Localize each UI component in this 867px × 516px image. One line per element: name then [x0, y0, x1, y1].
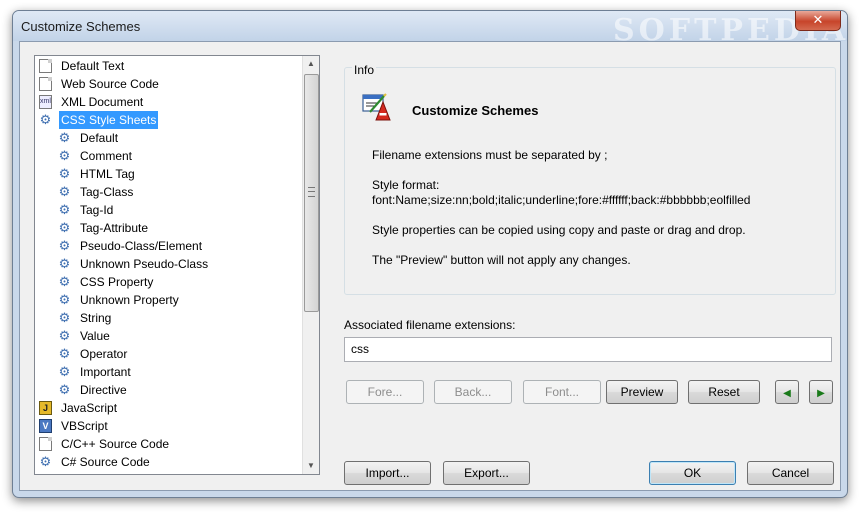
scrollbar-thumb[interactable]: [304, 74, 319, 312]
gear-icon: ⚙: [58, 202, 71, 217]
tree-item-label: Unknown Pseudo-Class: [80, 257, 209, 271]
tree-item-label: Tag-Attribute: [80, 221, 149, 235]
info-group-label: Info: [352, 63, 377, 77]
close-button[interactable]: ✕: [795, 11, 841, 31]
tree-item-label: CSS Style Sheets: [59, 111, 159, 129]
gear-icon: ⚙: [58, 256, 71, 271]
xml-icon: xml: [39, 95, 52, 109]
tree-item-label: C# Source Code: [61, 455, 150, 469]
title-bar[interactable]: Customize Schemes SOFTPEDIA ✕: [13, 11, 847, 48]
customize-schemes-window: Customize Schemes SOFTPEDIA ✕ Default Te…: [12, 10, 848, 498]
info-title: Customize Schemes: [412, 103, 539, 118]
fore-button[interactable]: Fore...: [346, 380, 424, 404]
scroll-up-arrow-icon[interactable]: ▲: [303, 56, 319, 72]
gear-icon: ⚙: [58, 184, 71, 199]
associated-extensions-label: Associated filename extensions:: [344, 318, 516, 332]
tree-item-label: Pseudo-Class/Element: [80, 239, 203, 253]
info-line-style-example: font:Name;size:nn;bold;italic;underline;…: [372, 193, 751, 207]
tree-item-label: Comment: [80, 149, 133, 163]
gear-icon: ⚙: [58, 166, 71, 181]
gear-icon: ⚙: [58, 310, 71, 325]
tree-item-label: XML Document: [61, 95, 144, 109]
document-icon: [39, 437, 52, 451]
tree-item-label: Tag-Id: [80, 203, 114, 217]
reset-button[interactable]: Reset: [688, 380, 760, 404]
gear-icon: ⚙: [58, 220, 71, 235]
tree-item-label: Important: [80, 365, 131, 379]
vbscript-icon: V: [39, 419, 52, 433]
gear-icon: ⚙: [58, 130, 71, 145]
gear-icon: ⚙: [58, 292, 71, 307]
preview-button[interactable]: Preview: [606, 380, 678, 404]
triangle-right-icon: ▶: [817, 388, 825, 399]
previous-scheme-button[interactable]: ◀: [775, 380, 799, 404]
gear-icon: ⚙: [58, 148, 71, 163]
cancel-button[interactable]: Cancel: [747, 461, 834, 485]
export-button[interactable]: Export...: [443, 461, 530, 485]
triangle-left-icon: ◀: [783, 388, 791, 399]
extensions-input[interactable]: css: [344, 337, 832, 362]
tree-item-label: Value: [80, 329, 110, 343]
tree-item-label: Default Text: [61, 59, 125, 73]
document-icon: [39, 77, 52, 91]
info-line-copy-paste: Style properties can be copied using cop…: [372, 223, 746, 237]
scroll-down-arrow-icon[interactable]: ▼: [303, 458, 319, 474]
javascript-icon: J: [39, 401, 52, 415]
tree-item-label: Tag-Class: [80, 185, 134, 199]
tree-item-label: String: [80, 311, 112, 325]
info-line-extensions: Filename extensions must be separated by…: [372, 148, 608, 162]
scrollbar-grip-icon: [308, 187, 315, 197]
tree-item-label: Operator: [80, 347, 128, 361]
font-button[interactable]: Font...: [523, 380, 601, 404]
gear-icon: ⚙: [39, 112, 52, 127]
document-icon: [39, 59, 52, 73]
tree-item-label: JavaScript: [61, 401, 118, 415]
back-button[interactable]: Back...: [434, 380, 512, 404]
dialog-client-area: Default Text Web Source Code xml XML Docume…: [19, 41, 841, 491]
gear-icon: ⚙: [58, 364, 71, 379]
tree-scrollbar[interactable]: ▲ ▼: [302, 56, 319, 474]
tree-item-label: Web Source Code: [61, 77, 159, 91]
import-button[interactable]: Import...: [344, 461, 431, 485]
tree-item-label: CSS Property: [80, 275, 154, 289]
gear-icon: ⚙: [58, 382, 71, 397]
gear-icon: ⚙: [39, 454, 52, 469]
tree-item-label: Directive: [80, 383, 127, 397]
ok-button[interactable]: OK: [649, 461, 736, 485]
tree-item-label: C/C++ Source Code: [61, 437, 170, 451]
tree-item-label: HTML Tag: [80, 167, 135, 181]
tree-item-label: Unknown Property: [80, 293, 179, 307]
gear-icon: ⚙: [58, 238, 71, 253]
window-title: Customize Schemes: [21, 19, 141, 34]
customize-schemes-icon: [362, 93, 391, 121]
scheme-tree[interactable]: Default Text Web Source Code xml XML Docume…: [34, 55, 320, 475]
gear-icon: ⚙: [58, 274, 71, 289]
gear-icon: ⚙: [58, 346, 71, 361]
info-line-style-format: Style format:: [372, 178, 440, 192]
tree-item-label: VBScript: [61, 419, 108, 433]
next-scheme-button[interactable]: ▶: [809, 380, 833, 404]
tree-item-label: Default: [80, 131, 119, 145]
info-line-preview-note: The "Preview" button will not apply any …: [372, 253, 631, 267]
gear-icon: ⚙: [58, 328, 71, 343]
